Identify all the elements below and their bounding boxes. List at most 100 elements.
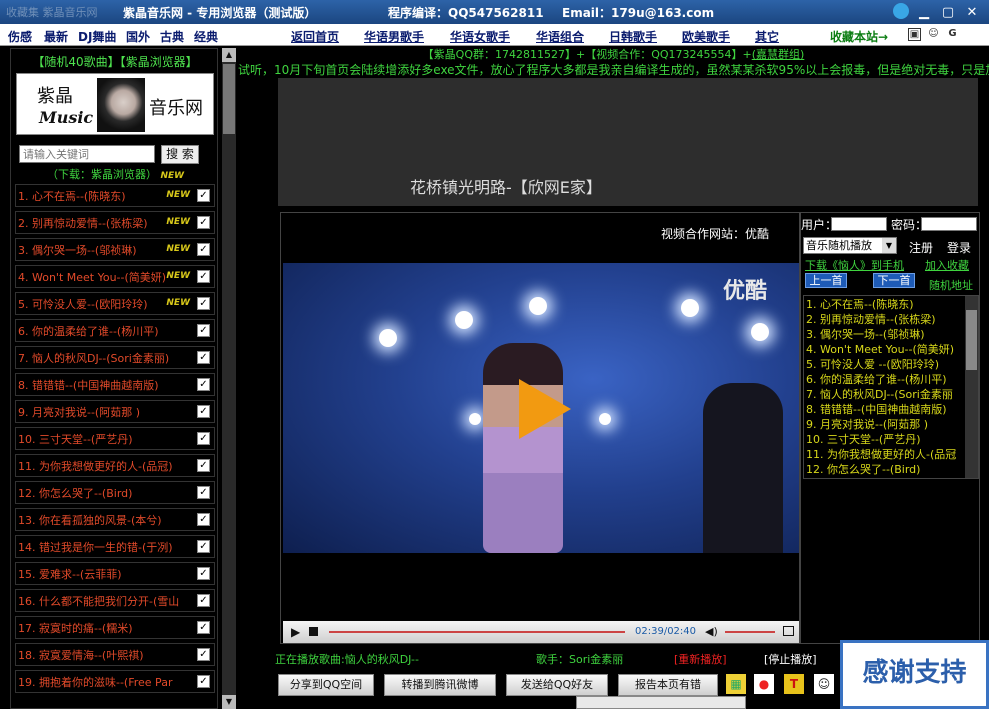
send-qq-friend-button[interactable]: 发送给QQ好友 [506, 674, 608, 696]
playlist-item[interactable]: 13. 你在看孤独的风景--(本兮) [804, 476, 964, 478]
stop-play-button[interactable]: [停止播放] [764, 651, 817, 667]
song-checkbox[interactable]: ✓ [197, 567, 210, 580]
song-title[interactable]: 15. 爱难求--(云菲菲) [18, 566, 196, 582]
nav-cat-dj[interactable]: DJ舞曲 [78, 28, 116, 45]
song-title[interactable]: 6. 你的温柔给了谁--(杨川平) [18, 323, 196, 339]
next-song-button[interactable]: 下一首 [873, 273, 915, 288]
skin-icon[interactable] [893, 3, 909, 19]
song-checkbox[interactable]: ✓ [197, 432, 210, 445]
song-item[interactable]: 11. 为你我想做更好的人-(品冠) ✓ [15, 454, 215, 477]
song-checkbox[interactable]: ✓ [197, 243, 210, 256]
song-item[interactable]: 18. 寂寞爱情海--(叶熙祺) ✓ [15, 643, 215, 666]
nav-cat-sad[interactable]: 伤感 [8, 28, 32, 45]
song-title[interactable]: 16. 什么都不能把我们分开-(雪山 [18, 593, 196, 609]
banner-title[interactable]: 花桥镇光明路-【欣网E家】 [410, 174, 602, 198]
song-title[interactable]: 8. 错错错--(中国神曲越南版) [18, 377, 196, 393]
song-item[interactable]: 19. 拥抱着你的滋味--(Free Par ✓ [15, 670, 215, 693]
song-title[interactable]: 19. 拥抱着你的滋味--(Free Par [18, 674, 196, 690]
playlist-item[interactable]: 5. 可怜没人爱 --(欧阳玲玲) [804, 356, 964, 371]
song-checkbox[interactable]: ✓ [197, 351, 210, 364]
playlist-item[interactable]: 7. 恼人的秋风DJ--(Sori金素丽 [804, 386, 964, 401]
playlist-item[interactable]: 4. Won't Meet You--(简美妍) [804, 341, 964, 356]
song-title[interactable]: 17. 寂寞时的痛--(糯米) [18, 620, 196, 636]
register-button[interactable]: 注册 [909, 239, 933, 256]
song-item[interactable]: 6. 你的温柔给了谁--(杨川平) ✓ [15, 319, 215, 342]
minimize-icon[interactable]: ▁ [915, 3, 933, 21]
song-item[interactable]: 17. 寂寞时的痛--(糯米) ✓ [15, 616, 215, 639]
playlist-item[interactable]: 3. 偶尔哭一场--(邬祯琳) [804, 326, 964, 341]
song-checkbox[interactable]: ✓ [197, 189, 210, 202]
playlist-item[interactable]: 12. 你怎么哭了--(Bird) [804, 461, 964, 476]
play-mode-select[interactable]: 音乐随机播放 ▼ [803, 237, 897, 254]
playlist-item[interactable]: 9. 月亮对我说--(阿茹那 ) [804, 416, 964, 431]
thanks-banner[interactable]: 感谢支持 [840, 640, 989, 709]
nav-western-singers[interactable]: 欧美歌手 [682, 28, 730, 45]
song-item[interactable]: 5. 可怜没人爱--(欧阳玲玲) NEW ✓ [15, 292, 215, 315]
app-icon[interactable]: ▦ [726, 674, 746, 694]
nav-cat-classic[interactable]: 经典 [194, 28, 218, 45]
qq-group-link[interactable]: (嘉慧群组) [752, 48, 805, 61]
scroll-down-icon[interactable]: ▼ [222, 695, 236, 709]
song-item[interactable]: 14. 错过我是你一生的错-(于冽) ✓ [15, 535, 215, 558]
song-checkbox[interactable]: ✓ [197, 594, 210, 607]
song-item[interactable]: 7. 恼人的秋风DJ--(Sori金素丽) ✓ [15, 346, 215, 369]
prev-song-button[interactable]: 上一首 [805, 273, 847, 288]
song-title[interactable]: 9. 月亮对我说--(阿茹那 ) [18, 404, 196, 420]
song-title[interactable]: 14. 错过我是你一生的错-(于冽) [18, 539, 196, 555]
song-item[interactable]: 12. 你怎么哭了--(Bird) ✓ [15, 481, 215, 504]
nav-groups[interactable]: 华语组合 [536, 28, 584, 45]
playlist-item[interactable]: 6. 你的温柔给了谁--(杨川平) [804, 371, 964, 386]
playlist-scroll-thumb[interactable] [966, 310, 977, 370]
nav-female-singers[interactable]: 华语女歌手 [450, 28, 510, 45]
google-icon[interactable]: G [946, 28, 959, 41]
close-icon[interactable]: ✕ [963, 3, 981, 21]
stop-icon[interactable] [309, 627, 318, 636]
playlist-item[interactable]: 10. 三寸天堂--(严艺丹) [804, 431, 964, 446]
nav-home[interactable]: 返回首页 [291, 28, 339, 45]
share-weibo-button[interactable]: 转播到腾讯微博 [384, 674, 496, 696]
volume-icon[interactable]: ◀) [705, 625, 718, 638]
playlist-item[interactable]: 2. 别再惊动爱情--(张栋梁) [804, 311, 964, 326]
share-qzone-button[interactable]: 分享到QQ空间 [278, 674, 374, 696]
left-scrollbar[interactable]: ▲ ▼ [222, 48, 236, 709]
bookmark-site-link[interactable]: 收藏本站→ [830, 28, 888, 45]
song-checkbox[interactable]: ✓ [197, 216, 210, 229]
playlist-item[interactable]: 11. 为你我想做更好的人-(品冠 [804, 446, 964, 461]
song-title[interactable]: 18. 寂寞爱情海--(叶熙祺) [18, 647, 196, 663]
search-button[interactable]: 搜 索 [161, 145, 199, 164]
song-title[interactable]: 7. 恼人的秋风DJ--(Sori金素丽) [18, 350, 196, 366]
song-item[interactable]: 3. 偶尔哭一场--(邬祯琳) NEW ✓ [15, 238, 215, 261]
song-checkbox[interactable]: ✓ [197, 513, 210, 526]
download-browser-link[interactable]: （下载：紫晶浏览器） NEW [47, 166, 184, 182]
qq-group-icon[interactable]: ☺ [814, 674, 834, 694]
random-address-link[interactable]: 随机地址 [929, 277, 973, 293]
progress-bar[interactable] [329, 631, 625, 633]
song-item[interactable]: 16. 什么都不能把我们分开-(雪山 ✓ [15, 589, 215, 612]
weibo-icon[interactable]: ● [754, 674, 774, 694]
report-error-button[interactable]: 报告本页有错 [618, 674, 718, 696]
replay-button[interactable]: [重新播放] [674, 651, 727, 667]
song-item[interactable]: 15. 爱难求--(云菲菲) ✓ [15, 562, 215, 585]
play-overlay-icon[interactable] [519, 379, 571, 439]
left-header[interactable]: 【随机40歌曲】【紫晶浏览器】 [17, 53, 213, 70]
playlist-item[interactable]: 8. 错错错--(中国神曲越南版) [804, 401, 964, 416]
video-frame[interactable]: 优酷 [283, 263, 799, 553]
fullscreen-icon[interactable] [783, 626, 794, 636]
nav-jpkr-singers[interactable]: 日韩歌手 [609, 28, 657, 45]
nav-cat-classical[interactable]: 古典 [160, 28, 184, 45]
search-input[interactable] [19, 145, 155, 163]
maximize-icon[interactable]: ▢ [939, 3, 957, 21]
nav-cat-foreign[interactable]: 国外 [126, 28, 150, 45]
song-title[interactable]: 11. 为你我想做更好的人-(品冠) [18, 458, 196, 474]
scroll-thumb[interactable] [223, 64, 235, 134]
song-checkbox[interactable]: ✓ [197, 675, 210, 688]
song-checkbox[interactable]: ✓ [197, 486, 210, 499]
song-checkbox[interactable]: ✓ [197, 540, 210, 553]
song-title[interactable]: 12. 你怎么哭了--(Bird) [18, 485, 196, 501]
nav-other[interactable]: 其它 [755, 28, 779, 45]
song-checkbox[interactable]: ✓ [197, 648, 210, 661]
song-item[interactable]: 1. 心不在焉--(陈晓东) NEW ✓ [15, 184, 215, 207]
scroll-up-icon[interactable]: ▲ [222, 48, 236, 62]
volume-slider[interactable] [725, 631, 775, 633]
song-item[interactable]: 9. 月亮对我说--(阿茹那 ) ✓ [15, 400, 215, 423]
